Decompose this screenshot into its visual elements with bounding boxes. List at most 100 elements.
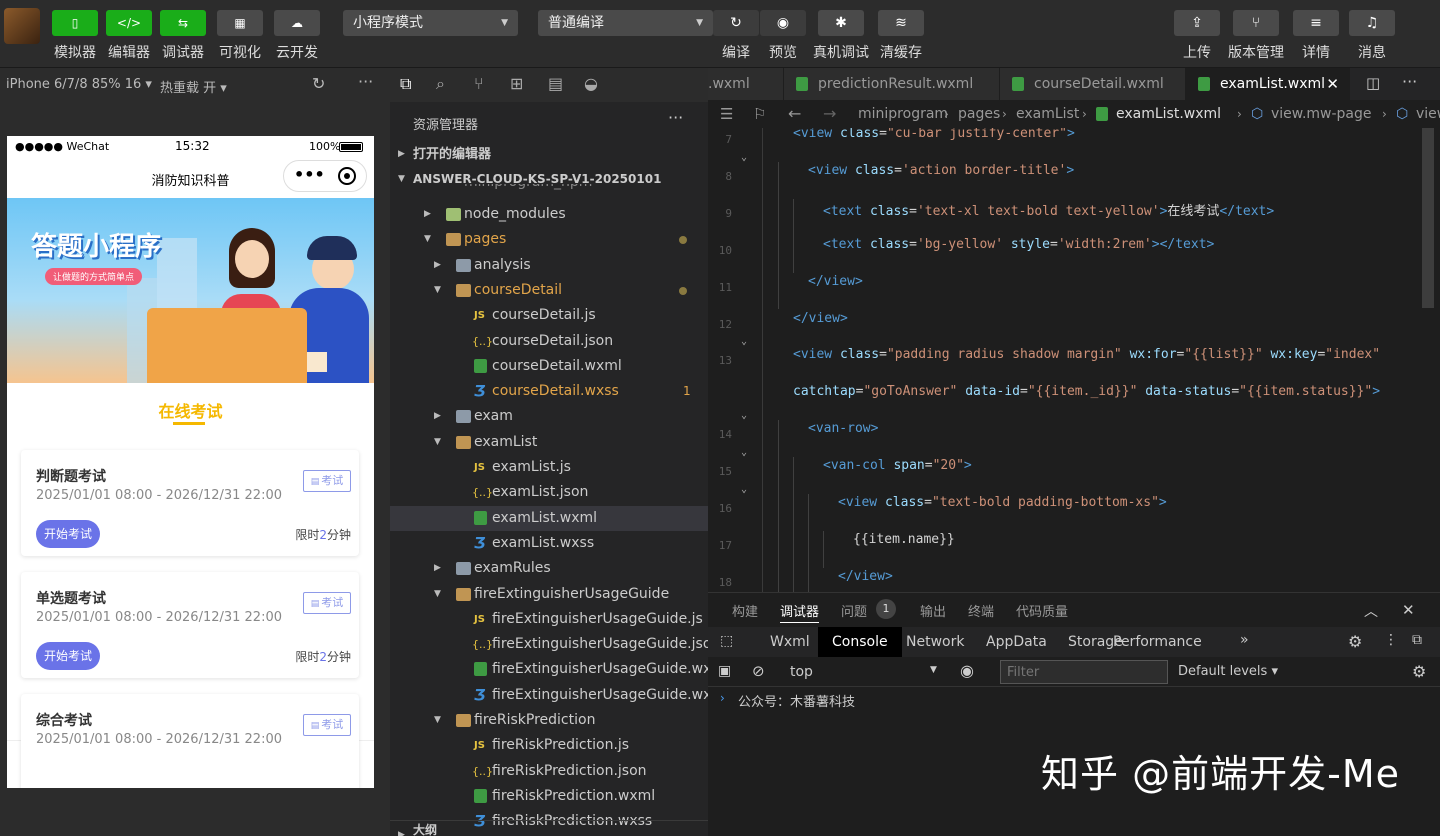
start-exam-button[interactable]: 开始考试 (36, 520, 100, 548)
context-select[interactable]: top (790, 664, 813, 680)
sidebar-toggle-icon[interactable]: ▣ (718, 663, 731, 679)
tree-row[interactable]: JS fireRiskPrediction.js (390, 733, 708, 758)
console-tab[interactable]: Console (818, 627, 902, 657)
tree-row[interactable]: JS courseDetail.js (390, 303, 708, 328)
breadcrumb-item[interactable]: examList.wxml (1116, 100, 1221, 128)
docker-icon[interactable]: ◒ (584, 74, 598, 93)
rotate-icon[interactable]: ↻ (312, 74, 325, 93)
tree-row[interactable]: ▼ pages (390, 227, 708, 252)
close-icon[interactable]: ✕ (1326, 68, 1339, 100)
console-tab[interactable]: Performance (1113, 627, 1202, 657)
tree-row[interactable]: ▼ courseDetail (390, 278, 708, 303)
more-icon[interactable]: ••• (294, 165, 325, 184)
tree-row[interactable]: fireExtinguisherUsageGuide.wxml (390, 657, 729, 682)
files-icon[interactable]: ⧉ (400, 74, 411, 94)
console-tab[interactable]: AppData (986, 627, 1047, 657)
tree-row[interactable]: {..} fireRiskPrediction.json (390, 759, 708, 784)
fold-chevron-icon[interactable]: ⌄ (741, 410, 747, 421)
more-tabs-icon[interactable]: » (1240, 632, 1249, 648)
levels-select[interactable]: Default levels ▾ (1178, 664, 1278, 679)
debug-tab[interactable]: 输出 (920, 601, 946, 620)
tree-row[interactable]: ▶ examRules (390, 556, 708, 581)
bug-button[interactable]: ✱ (818, 10, 864, 36)
console-tab[interactable]: Network (906, 627, 964, 657)
tree-row[interactable]: ƷexamList.wxss (390, 531, 708, 556)
exam-card[interactable]: 综合考试 2025/01/01 08:00 - 2026/12/31 22:00 ▤… (21, 694, 359, 788)
cloud-toggle-button[interactable]: ☁ (274, 10, 320, 36)
dock-icon[interactable]: ⧉ (1412, 632, 1422, 648)
tree-row[interactable]: JS examList.js (390, 455, 708, 480)
device-select[interactable]: iPhone 6/7/8 85% 16 ▾ (6, 77, 152, 92)
fold-chevron-icon[interactable]: ⌄ (741, 152, 747, 163)
extensions-icon[interactable]: ⊞ (510, 74, 523, 93)
debug-tab[interactable]: 代码质量 (1016, 601, 1068, 620)
bell-button[interactable]: ♫ (1349, 10, 1395, 36)
console-tab[interactable]: Wxml (770, 627, 810, 657)
debug-tab[interactable]: 构建 (732, 601, 758, 620)
inspect-icon[interactable]: ⬚ (720, 633, 733, 649)
fold-chevron-icon[interactable]: ⌄ (741, 336, 747, 347)
start-exam-button[interactable]: 开始考试 (36, 642, 100, 670)
tree-row[interactable]: {..} fireExtinguisherUsageGuide.json (390, 632, 720, 657)
tree-row[interactable]: ƷcourseDetail.wxss 1 (390, 379, 708, 404)
eye-button[interactable]: ◉ (760, 10, 806, 36)
debug-tab[interactable]: 问题 (841, 601, 867, 620)
breadcrumb-item[interactable]: view.m (1416, 100, 1440, 128)
layers-button[interactable]: ≋ (878, 10, 924, 36)
breadcrumb-item[interactable]: pages (958, 100, 1000, 128)
breadcrumb-item[interactable]: miniprogram (858, 100, 948, 128)
clear-icon[interactable]: ⊘ (752, 662, 765, 680)
hot-reload-toggle[interactable]: 热重载 开 ▾ (160, 77, 227, 96)
outline-section[interactable]: ▶ 大纲 (390, 820, 708, 836)
close-icon[interactable]: ✕ (1402, 601, 1415, 619)
kebab-icon[interactable]: ⋮ (1384, 632, 1398, 648)
close-circle-icon[interactable] (338, 167, 356, 185)
debug-tab[interactable]: 终端 (968, 601, 994, 620)
open-editors-section[interactable]: ▶ 打开的编辑器 (390, 142, 708, 167)
tree-row-partial[interactable]: miniprogram_npm (390, 184, 708, 196)
gear-icon[interactable]: ⚙ (1412, 662, 1426, 681)
editor-tab[interactable]: examList.wxml ✕ (1186, 68, 1350, 100)
breadcrumb-item[interactable]: examList (1016, 100, 1079, 128)
collapse-icon[interactable]: ︿ (1364, 601, 1378, 621)
editor-tab[interactable]: .wxml (708, 68, 784, 100)
tree-row[interactable]: {..} examList.json (390, 480, 708, 505)
back-arrow-icon[interactable]: ← (788, 100, 801, 128)
compile-select[interactable]: 普通编译 ▼ (538, 10, 713, 36)
storage-icon[interactable]: ▤ (548, 74, 563, 93)
source-control-icon[interactable]: ⑂ (474, 74, 484, 93)
tree-row[interactable]: ▶ exam (390, 404, 708, 429)
editor-tab[interactable]: predictionResult.wxml (784, 68, 1000, 100)
debug-switch-toggle-button[interactable]: ⇆ (160, 10, 206, 36)
search-icon[interactable]: ⌕ (436, 74, 445, 94)
phone-toggle-button[interactable]: ▯ (52, 10, 98, 36)
gear-icon[interactable]: ⚙ (1348, 632, 1362, 651)
editor-tab[interactable]: courseDetail.wxml (1000, 68, 1186, 100)
upload-button[interactable]: ⇪ (1174, 10, 1220, 36)
exam-card[interactable]: 判断题考试 2025/01/01 08:00 - 2026/12/31 22:00… (21, 450, 359, 556)
tree-row[interactable]: examList.wxml (390, 505, 708, 531)
capsule-menu[interactable]: ••• (283, 160, 367, 192)
fold-chevron-icon[interactable]: ⌄ (741, 447, 747, 458)
branch-button[interactable]: ⑂ (1233, 10, 1279, 36)
split-editor-icon[interactable]: ◫ (1366, 74, 1380, 92)
avatar[interactable] (4, 8, 40, 44)
tree-row[interactable]: ƷfireExtinguisherUsageGuide.wxss (390, 683, 726, 708)
more-icon[interactable]: ··· (358, 72, 373, 91)
exam-card[interactable]: 单选题考试 2025/01/01 08:00 - 2026/12/31 22:00… (21, 572, 359, 678)
debug-tab[interactable]: 调试器 (780, 601, 820, 623)
breadcrumb-item[interactable]: view.mw-page (1271, 100, 1372, 128)
tree-row[interactable]: {..} courseDetail.json (390, 329, 708, 354)
tree-row[interactable]: ▼ fireRiskPrediction (390, 708, 708, 733)
list-icon[interactable]: ☰ (720, 100, 733, 128)
bookmark-icon[interactable]: ⚐ (753, 100, 766, 128)
mode-select[interactable]: 小程序模式 ▼ (343, 10, 518, 36)
more-icon[interactable]: ··· (1402, 72, 1417, 91)
code-editor[interactable]: 7 <view class="cu-bar justify-center"> 8 ⌄ <… (708, 128, 1440, 592)
tree-row[interactable]: ▶ node_modules (390, 202, 708, 227)
tree-row[interactable]: ▼ examList (390, 430, 708, 455)
code-toggle-button[interactable]: </> (106, 10, 152, 36)
tree-row[interactable]: courseDetail.wxml (390, 354, 708, 379)
menu-button[interactable]: ≡ (1293, 10, 1339, 36)
filter-input[interactable] (1000, 660, 1168, 684)
